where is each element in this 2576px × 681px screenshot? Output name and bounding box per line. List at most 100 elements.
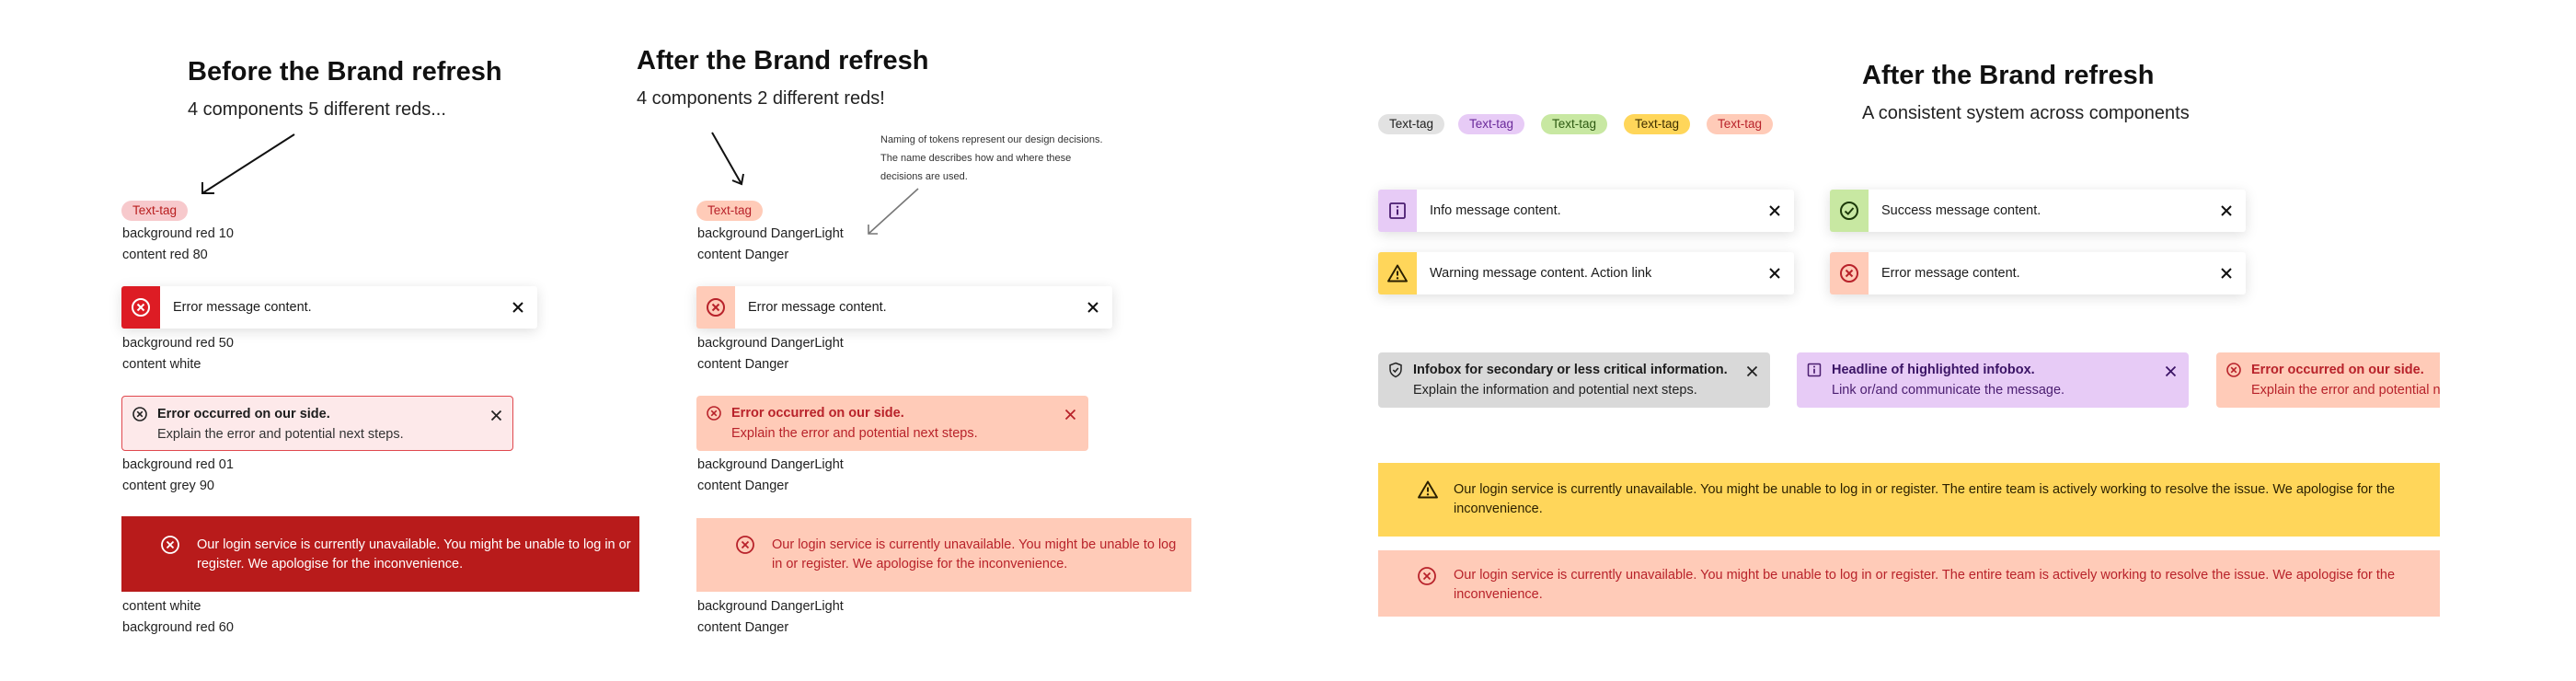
toast-success: Success message content. [1830,190,2246,232]
toast-text: Error message content. [1881,266,2020,281]
close-icon[interactable] [2165,365,2177,377]
banner-error-after: Our login service is currently unavailab… [696,518,1191,592]
close-icon[interactable] [2207,204,2246,217]
infobox-content-label: content Danger [697,479,789,493]
toast-text: Error message content. [173,300,312,315]
infobox-error-before: Error occurred on our side. Explain the … [121,396,513,451]
text-tag-yellow: Text-tag [1624,114,1691,134]
toast-error-before: Error message content. [121,286,537,329]
text-tag-purple: Text-tag [1458,114,1525,134]
infobox-content-label: content grey 90 [122,479,214,493]
banner-line-2: inconvenience. [1454,502,1543,516]
info-icon [1807,363,1822,377]
banner-warning: Our login service is currently unavailab… [1378,463,2440,537]
text-tag-before: Text-tag [121,201,189,221]
close-icon[interactable] [1064,409,1076,421]
toast-content-label: content Danger [697,357,789,372]
banner-line-1: Our login service is currently unavailab… [1454,482,2396,497]
infobox-title: Headline of highlighted infobox. [1832,363,2035,377]
infobox-body: Link or/and communicate the message. [1832,383,2065,398]
infobox-error: Error occurred on our side. Explain the … [2216,352,2440,408]
infobox-title: Error occurred on our side. [157,407,330,421]
text-tag-green: Text-tag [1541,114,1608,134]
close-icon[interactable] [1755,267,1794,280]
tag-content-label: content red 80 [122,248,208,262]
error-icon [161,536,179,554]
toast-info: Info message content. [1378,190,1794,232]
check-circle-icon [1830,190,1869,232]
close-icon[interactable] [1074,301,1112,314]
arrow-icon [201,133,295,194]
infobox-bg-label: background red 01 [122,457,234,472]
token-note: Naming of tokens represent our design de… [880,131,1103,186]
warning-icon [1418,480,1438,499]
note-line-1: Naming of tokens represent our design de… [880,134,1103,145]
banner-error-before: Our login service is currently unavailab… [121,516,639,592]
error-icon [132,407,147,421]
system-subtitle: A consistent system across components [1862,103,2190,123]
system-title: After the Brand refresh [1862,61,2155,90]
infobox-body: Explain the error and potential next ste… [157,427,404,442]
infobox-error-after: Error occurred on our side. Explain the … [696,396,1088,451]
error-icon [696,286,735,329]
info-icon [1378,190,1417,232]
banner-content-label: content white [122,599,201,614]
close-icon[interactable] [1755,204,1794,217]
banner-line-1: Our login service is currently unavailab… [197,537,631,552]
arrow-icon [711,132,744,186]
toast-content-label: content white [122,357,201,372]
before-title: Before the Brand refresh [188,57,502,87]
banner-bg-label: background red 60 [122,620,234,635]
toast-warning: Warning message content. Action link [1378,252,1794,294]
toast-text: Info message content. [1430,203,1561,218]
banner-line-1: Our login service is currently unavailab… [772,537,1177,552]
toast-bg-label: background DangerLight [697,336,844,351]
infobox-neutral: Infobox for secondary or less critical i… [1378,352,1770,408]
close-icon[interactable] [499,301,537,314]
toast-text: Error message content. [748,300,887,315]
banner-content-label: content Danger [697,620,789,635]
arrow-icon [868,188,919,235]
infobox-body: Explain the error and potential next ste… [2251,383,2440,398]
tag-bg-label: background DangerLight [697,226,844,241]
error-icon [736,536,754,554]
after-title: After the Brand refresh [637,46,929,75]
banner-line-2: in or register. We apologise for the inc… [772,557,1068,571]
infobox-bg-label: background DangerLight [697,457,844,472]
banner-bg-label: background DangerLight [697,599,844,614]
tag-bg-label: background red 10 [122,226,234,241]
text-tag-neutral: Text-tag [1378,114,1445,134]
banner-line-1: Our login service is currently unavailab… [1454,568,2396,583]
error-icon [1418,567,1436,585]
infobox-body: Explain the error and potential next ste… [731,426,978,441]
infobox-body: Explain the information and potential ne… [1413,383,1697,398]
note-line-3: decisions are used. [880,171,968,182]
infobox-title: Infobox for secondary or less critical i… [1413,363,1728,377]
toast-error-after: Error message content. [696,286,1112,329]
toast-text: Success message content. [1881,203,2041,218]
before-subtitle: 4 components 5 different reds... [188,99,446,120]
error-icon [707,406,721,421]
close-icon[interactable] [2207,267,2246,280]
infobox-title: Error occurred on our side. [2251,363,2424,377]
toast-error: Error message content. [1830,252,2246,294]
toast-bg-label: background red 50 [122,336,234,351]
banner-line-2: register. We apologise for the inconveni… [197,557,464,571]
text-tag-after: Text-tag [696,201,764,221]
warning-icon [1378,252,1417,294]
error-icon [2226,363,2241,377]
infobox-highlight: Headline of highlighted infobox. Link or… [1797,352,2189,408]
text-tag-red: Text-tag [1707,114,1774,134]
error-icon [121,286,160,329]
tag-content-label: content Danger [697,248,789,262]
note-line-2: The name describes how and where these [880,153,1072,164]
toast-text: Warning message content. Action link [1430,266,1652,281]
after-subtitle: 4 components 2 different reds! [637,88,885,109]
banner-error: Our login service is currently unavailab… [1378,550,2440,617]
close-icon[interactable] [1746,365,1758,377]
error-icon [1830,252,1869,294]
banner-line-2: inconvenience. [1454,587,1543,602]
infobox-title: Error occurred on our side. [731,406,904,421]
close-icon[interactable] [490,410,502,421]
shield-check-icon [1389,362,1402,378]
